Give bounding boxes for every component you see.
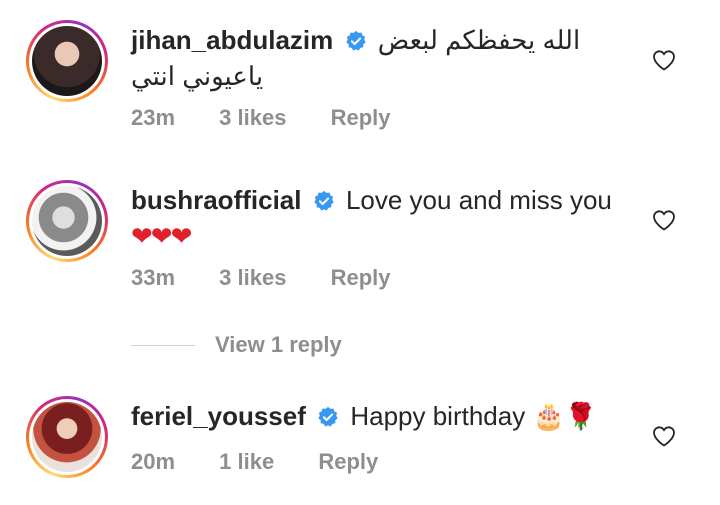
comment-meta: 20m 1 like Reply xyxy=(131,449,416,475)
view-replies-label: View 1 reply xyxy=(215,332,342,357)
avatar-ring[interactable] xyxy=(26,180,108,262)
heart-outline-icon[interactable] xyxy=(652,425,676,447)
view-replies-button[interactable]: View 1 reply xyxy=(131,332,342,358)
reply-button[interactable]: Reply xyxy=(331,105,391,130)
comment-meta: 33m 3 likes Reply xyxy=(131,265,429,291)
verified-badge-icon xyxy=(318,406,338,427)
avatar xyxy=(32,186,102,256)
avatar-ring[interactable] xyxy=(26,20,108,102)
heart-outline-icon[interactable] xyxy=(652,209,676,231)
birthday-emoji: 🎂🌹 xyxy=(532,401,598,431)
comment-time: 23m xyxy=(131,105,176,130)
comment-body: jihan_abdulazim الله يحفظكم لبعض ياعيوني… xyxy=(131,22,631,94)
comment-text: Happy birthday xyxy=(350,401,526,431)
comment-meta: 23m 3 likes Reply xyxy=(131,105,429,131)
avatar xyxy=(32,402,102,472)
comment-username[interactable]: jihan_abdulazim xyxy=(131,25,333,55)
comment-likes[interactable]: 1 like xyxy=(219,449,274,474)
comment-body: bushraofficial Love you and miss you ❤❤❤ xyxy=(131,182,631,254)
comment-text: Love you and miss you xyxy=(345,185,612,215)
comment-body: feriel_youssef Happy birthday 🎂🌹 xyxy=(131,398,631,434)
comment-username[interactable]: bushraofficial xyxy=(131,185,301,215)
comment-time: 33m xyxy=(131,265,176,290)
comment-likes[interactable]: 3 likes xyxy=(219,105,286,130)
comment-username[interactable]: feriel_youssef xyxy=(131,401,306,431)
avatar xyxy=(32,26,102,96)
heart-outline-icon[interactable] xyxy=(652,49,676,71)
red-heart-emoji: ❤❤❤ xyxy=(131,221,192,251)
comment-time: 20m xyxy=(131,449,176,474)
comment-likes[interactable]: 3 likes xyxy=(219,265,286,290)
verified-badge-icon xyxy=(345,30,366,51)
avatar-ring[interactable] xyxy=(26,396,108,478)
reply-button[interactable]: Reply xyxy=(331,265,391,290)
reply-button[interactable]: Reply xyxy=(318,449,378,474)
divider xyxy=(131,344,195,346)
verified-badge-icon xyxy=(314,190,334,211)
